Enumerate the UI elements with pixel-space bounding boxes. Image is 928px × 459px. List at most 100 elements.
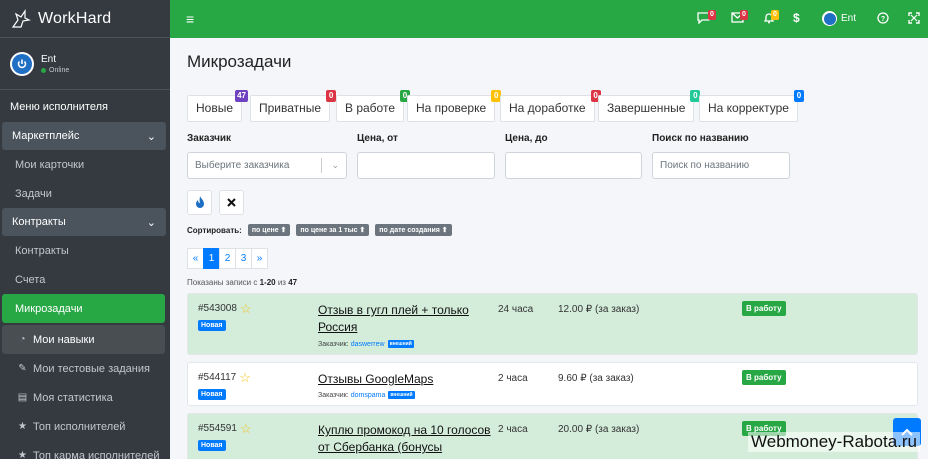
task-title[interactable]: Куплю промокод на 10 голосов от Сбербанк…	[318, 422, 493, 456]
user-name: Ent	[41, 53, 57, 65]
bell-badge: 0	[771, 10, 779, 20]
task-id-text: #554591	[198, 423, 237, 434]
tab-label: Завершенные	[607, 101, 686, 115]
topbar: ≡ 0 0 0 $ Ent ?	[170, 0, 928, 38]
sidebar: WorkHard Ent Online Меню исполнителя Мар…	[0, 0, 170, 459]
sidebar-item-top-performers[interactable]: ★ Топ исполнителей	[0, 412, 170, 441]
sidebar-item-top-karma[interactable]: ★ Топ карма исполнителей	[0, 441, 170, 459]
shown-mid: из	[275, 278, 289, 287]
online-dot-icon	[41, 67, 46, 73]
take-to-work-button[interactable]: В работу	[742, 301, 786, 316]
tab-private[interactable]: Приватные 0	[250, 90, 337, 122]
task-id: #543008 ☆	[198, 302, 252, 315]
task-title[interactable]: Отзывы GoogleMaps	[318, 371, 493, 388]
topbar-user-name: Ent	[841, 13, 857, 24]
page-next[interactable]: »	[251, 248, 268, 269]
task-title[interactable]: Отзыв в гугл плей + только Россия	[318, 302, 493, 336]
help-icon[interactable]: ?	[877, 12, 889, 26]
star-icon[interactable]: ☆	[240, 422, 252, 435]
sidebar-item-statistics[interactable]: ▤ Моя статистика	[0, 383, 170, 412]
page-1[interactable]: 1	[203, 248, 220, 269]
tab-proofreading[interactable]: На корректуре 0	[699, 90, 804, 122]
task-time: 24 часа	[498, 304, 534, 315]
sort-by-price-per-thousand[interactable]: по цене за 1 тыс ⬆	[296, 224, 370, 236]
task-time: 2 часа	[498, 373, 528, 384]
avatar	[10, 51, 34, 76]
task-price: 9.60 ₽ (за заказ)	[558, 373, 634, 384]
page-prev[interactable]: «	[187, 248, 204, 269]
search-input[interactable]: Поиск по названию	[652, 152, 790, 179]
sidebar-item-tasks[interactable]: Задачи	[0, 179, 170, 208]
chevron-down-icon: ⌄	[331, 160, 339, 170]
star-icon: ★	[18, 421, 27, 432]
price-from-input[interactable]	[357, 152, 495, 179]
page-3[interactable]: 3	[235, 248, 252, 269]
sort-by-date[interactable]: по дате создания ⬆	[375, 224, 452, 236]
menu-icon[interactable]: ≡	[186, 12, 194, 26]
tab-on-review[interactable]: На проверке 0	[407, 90, 502, 122]
fullscreen-icon[interactable]	[908, 12, 920, 26]
external-badge: внешний	[388, 391, 415, 399]
task-customer: Заказчик: domspama внешний	[318, 391, 415, 399]
task-id-text: #544117	[198, 372, 237, 383]
user-panel[interactable]: Ent Online	[0, 38, 170, 90]
brand[interactable]: WorkHard	[0, 0, 170, 38]
user-status: Online	[41, 67, 69, 74]
sort-label: Сортировать:	[187, 225, 242, 235]
task-customer: Заказчик: daswerrew внешний	[318, 340, 414, 348]
fire-icon	[195, 196, 204, 208]
page-title: Микрозадачи	[187, 52, 292, 71]
sidebar-item-test-tasks[interactable]: ✎ Мои тестовые задания	[0, 354, 170, 383]
clear-filter-button[interactable]	[219, 190, 244, 215]
sidebar-item-label: Мои навыки	[33, 333, 95, 346]
tab-new[interactable]: Новые 47	[187, 90, 249, 122]
customer-link[interactable]: daswerrew	[351, 341, 385, 348]
sort-by-price[interactable]: по цене ⬆	[247, 224, 291, 236]
tab-in-progress[interactable]: В работе 0	[336, 90, 411, 122]
star-icon[interactable]: ☆	[240, 302, 252, 315]
page-2[interactable]: 2	[219, 248, 236, 269]
tab-count-badge: 47	[235, 90, 249, 102]
tab-rework[interactable]: На доработке 0	[500, 90, 601, 122]
task-time: 2 часа	[498, 424, 528, 435]
balance-icon[interactable]: $	[793, 12, 800, 24]
mail-badge: 0	[740, 10, 748, 20]
menu-group-label: Маркетплейс	[12, 130, 80, 142]
tab-label: Новые	[196, 101, 234, 115]
chevron-down-icon: ⌄	[146, 216, 156, 229]
logo-icon	[11, 8, 31, 28]
topbar-user[interactable]: Ent	[822, 11, 856, 26]
price-to-input[interactable]	[505, 152, 642, 179]
task-id: #554591 ☆	[198, 422, 252, 435]
menu-group-contracts[interactable]: Контракты ⌄	[2, 208, 166, 236]
status-badge: Новая	[198, 389, 226, 400]
apply-filter-button[interactable]	[187, 190, 212, 215]
star-icon[interactable]: ☆	[239, 371, 251, 384]
sidebar-item-contracts[interactable]: Контракты	[0, 236, 170, 265]
records-shown: Показаны записи с 1-20 из 47	[187, 278, 297, 287]
shown-total: 47	[288, 278, 298, 287]
customer-select[interactable]: Выберите заказчика ⌄	[187, 152, 347, 179]
select-separator	[321, 158, 322, 173]
watermark: Webmoney-Rabota.ru	[748, 432, 920, 452]
sidebar-item-my-skills[interactable]: ◔ Мои навыки	[2, 325, 165, 354]
task-id: #544117 ☆	[198, 371, 251, 384]
tab-completed[interactable]: Завершенные 0	[598, 90, 701, 122]
brand-name: WorkHard	[38, 9, 112, 27]
menu-group-marketplace[interactable]: Маркетплейс ⌄	[2, 122, 166, 150]
sidebar-item-label: Топ карма исполнителей	[33, 449, 160, 459]
customer-label: Заказчик	[187, 133, 232, 144]
shown-range: 1-20	[259, 278, 276, 287]
chat-badge: 0	[708, 10, 716, 20]
sidebar-item-invoices[interactable]: Счета	[0, 265, 170, 294]
shown-prefix: Показаны записи с	[187, 278, 260, 287]
search-label: Поиск по названию	[652, 133, 749, 144]
customer-label-text: Заказчик:	[318, 391, 349, 399]
sidebar-item-microtasks[interactable]: Микрозадачи	[2, 294, 165, 323]
take-to-work-button[interactable]: В работу	[742, 370, 786, 385]
power-icon	[17, 59, 27, 68]
tab-count-badge: 0	[326, 90, 337, 102]
customer-link[interactable]: domspama	[351, 392, 386, 399]
tab-label: На проверке	[416, 101, 487, 115]
sidebar-item-my-cards[interactable]: Мои карточки	[0, 150, 170, 179]
